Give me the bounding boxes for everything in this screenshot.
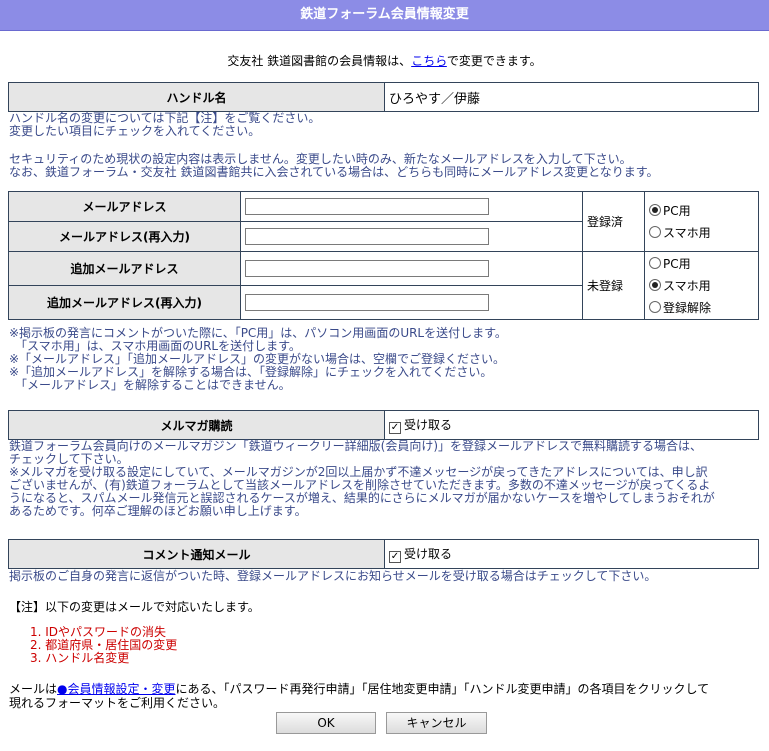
email-table: メールアドレス 登録済 PC用 スマホ用 メールアドレス(再入力) 追加メールア…: [8, 191, 759, 320]
radio-add-unregister[interactable]: 登録解除: [649, 297, 754, 319]
email-note-line: 「メールアドレス」を解除することはできません。: [9, 378, 291, 392]
additional-email-confirm-field[interactable]: [245, 294, 489, 311]
radio-add-pc-label: PC用: [663, 256, 691, 271]
radio-add-pc[interactable]: PC用: [649, 253, 754, 275]
cancel-button[interactable]: キャンセル: [386, 712, 487, 734]
intro-link[interactable]: こちら: [411, 54, 447, 68]
email-status-registered: 登録済: [582, 191, 645, 252]
handle-notes: ハンドル名の変更については下記【注】をご覧ください。 変更したい項目にチェックを…: [9, 112, 320, 138]
checkbox-checked-icon: ✓: [389, 422, 401, 434]
comment-note: 掲示板のご自身の発言に返信がついた時、登録メールアドレスにお知らせメールを受け取…: [9, 569, 657, 583]
magazine-checkbox-label: 受け取る: [404, 418, 453, 432]
radio-pc-selected-icon: [649, 203, 661, 216]
additional-email-field[interactable]: [245, 260, 489, 277]
magazine-label: メルマガ購読: [8, 410, 385, 440]
mail-line2: 現れるフォーマットをご利用ください。: [9, 696, 226, 710]
additional-email-confirm-label: 追加メールアドレス(再入力): [8, 285, 241, 320]
handle-table: ハンドル名 ひろやす／伊藤: [8, 82, 759, 112]
radio-smartphone-icon: [649, 225, 661, 238]
ok-button[interactable]: OK: [276, 712, 376, 734]
security-note-line: なお、鉄道フォーラム・交友社 鉄道図書館共に入会されている場合は、どちらも同時に…: [9, 165, 659, 179]
intro-suffix: で変更できます。: [446, 54, 542, 68]
magazine-checkbox[interactable]: ✓ 受け取る: [384, 410, 759, 440]
radio-add-unregister-icon: [649, 300, 661, 313]
footnote-list: 1. IDやパスワードの消失 2. 都道府県・居住国の変更 3. ハンドル名変更: [30, 626, 177, 665]
magazine-note-line: あるためです。何卒ご理解のほどお願い申し上げます。: [9, 504, 307, 518]
handle-note-line: 変更したい項目にチェックを入れてください。: [9, 124, 261, 138]
radio-smartphone-label: スマホ用: [663, 225, 711, 240]
radio-smartphone[interactable]: スマホ用: [649, 222, 754, 244]
intro-text: 交友社 鉄道図書館の会員情報は、こちらで変更できます。: [0, 52, 769, 69]
email-notes: ※掲示板の発言にコメントがついた際に、「PC用」は、パソコン用画面のURLを送付…: [9, 327, 507, 392]
radio-add-pc-icon: [649, 256, 661, 269]
magazine-notes: 鉄道フォーラム会員向けのメールマガジン「鉄道ウィークリー詳細版(会員向け)」を登…: [9, 440, 715, 518]
email-confirm-field[interactable]: [245, 228, 489, 245]
email-confirm-label: メールアドレス(再入力): [8, 221, 241, 252]
footnote-mail: メールは●会員情報設定・変更にある、「パスワード再発行申請」「居住地変更申請」「…: [9, 682, 709, 710]
footnote-item: 3. ハンドル名変更: [30, 651, 130, 665]
member-settings-link[interactable]: ●会員情報設定・変更: [57, 682, 175, 696]
email-label: メールアドレス: [8, 191, 241, 222]
additional-email-status: 未登録: [582, 251, 645, 320]
radio-add-unregister-label: 登録解除: [663, 300, 712, 315]
radio-add-smartphone[interactable]: スマホ用: [649, 275, 754, 297]
radio-add-smartphone-selected-icon: [649, 278, 661, 291]
handle-label: ハンドル名: [8, 82, 385, 112]
comment-checkbox-label: 受け取る: [404, 547, 453, 561]
page-title: 鉄道フォーラム会員情報変更: [0, 0, 769, 31]
security-notes: セキュリティのため現状の設定内容は表示しません。変更したい時のみ、新たなメールア…: [9, 153, 659, 179]
mail-suffix: にある、「パスワード再発行申請」「居住地変更申請」「ハンドル変更申請」の各項目を…: [175, 682, 710, 696]
comment-label: コメント通知メール: [8, 539, 385, 569]
radio-pc-label: PC用: [663, 203, 691, 218]
intro-prefix: 交友社 鉄道図書館の会員情報は、: [227, 54, 412, 68]
additional-email-label: 追加メールアドレス: [8, 251, 241, 286]
email-field[interactable]: [245, 198, 489, 215]
handle-value: ひろやす／伊藤: [384, 82, 759, 112]
footnote-heading: 【注】以下の変更はメールで対応いたします。: [9, 600, 260, 614]
comment-checkbox[interactable]: ✓ 受け取る: [384, 539, 759, 569]
magazine-table: メルマガ購読 ✓ 受け取る: [8, 410, 759, 440]
additional-email-radio-group: PC用 スマホ用 登録解除: [644, 251, 759, 320]
email-type-radio-group: PC用 スマホ用: [644, 191, 759, 252]
radio-pc[interactable]: PC用: [649, 200, 754, 222]
mail-prefix: メールは: [9, 682, 58, 696]
checkbox-checked-icon: ✓: [389, 551, 401, 563]
comment-table: コメント通知メール ✓ 受け取る: [8, 539, 759, 569]
radio-add-smartphone-label: スマホ用: [663, 278, 711, 293]
